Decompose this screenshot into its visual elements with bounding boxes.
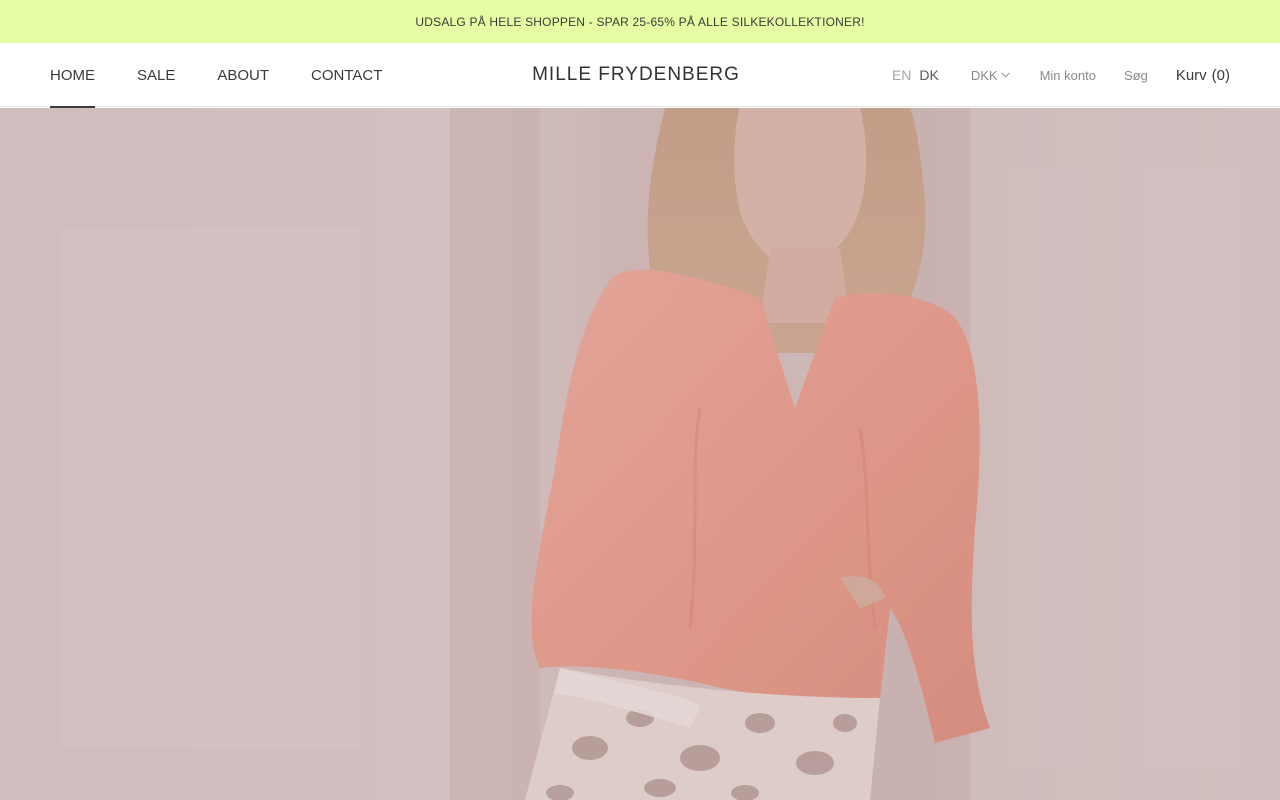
main-nav: HOME SALE ABOUT CONTACT: [50, 43, 424, 108]
announcement-text: UDSALG PÅ HELE SHOPPEN - SPAR 25-65% PÅ …: [415, 14, 865, 29]
lang-en-link[interactable]: EN: [892, 67, 911, 83]
search-link[interactable]: Søg: [1124, 68, 1148, 83]
announcement-bar: UDSALG PÅ HELE SHOPPEN - SPAR 25-65% PÅ …: [0, 0, 1280, 43]
cart-label: Kurv: [1175, 66, 1207, 84]
nav-item-home[interactable]: HOME: [50, 43, 95, 108]
cart-link[interactable]: Kurv (0): [1176, 67, 1230, 84]
currency-selector[interactable]: DKK: [971, 68, 1010, 83]
hero-banner[interactable]: [0, 108, 1280, 800]
brand-logo[interactable]: MILLE FRYDENBERG: [532, 64, 740, 86]
header-actions: EN DK DKK Min konto Søg Kurv (0): [892, 43, 1230, 107]
chevron-down-icon: [1000, 72, 1010, 78]
cart-count: (0): [1211, 66, 1230, 84]
nav-item-about[interactable]: ABOUT: [217, 43, 269, 107]
currency-label: DKK: [970, 67, 998, 83]
site-header: HOME SALE ABOUT CONTACT MILLE FRYDENBERG…: [0, 43, 1280, 108]
language-switcher: EN DK: [892, 67, 939, 83]
hero-overlay: [0, 108, 1280, 800]
nav-item-contact[interactable]: CONTACT: [311, 43, 382, 107]
lang-dk-link[interactable]: DK: [919, 67, 938, 83]
account-link[interactable]: Min konto: [1040, 68, 1096, 83]
nav-item-sale[interactable]: SALE: [137, 43, 175, 107]
